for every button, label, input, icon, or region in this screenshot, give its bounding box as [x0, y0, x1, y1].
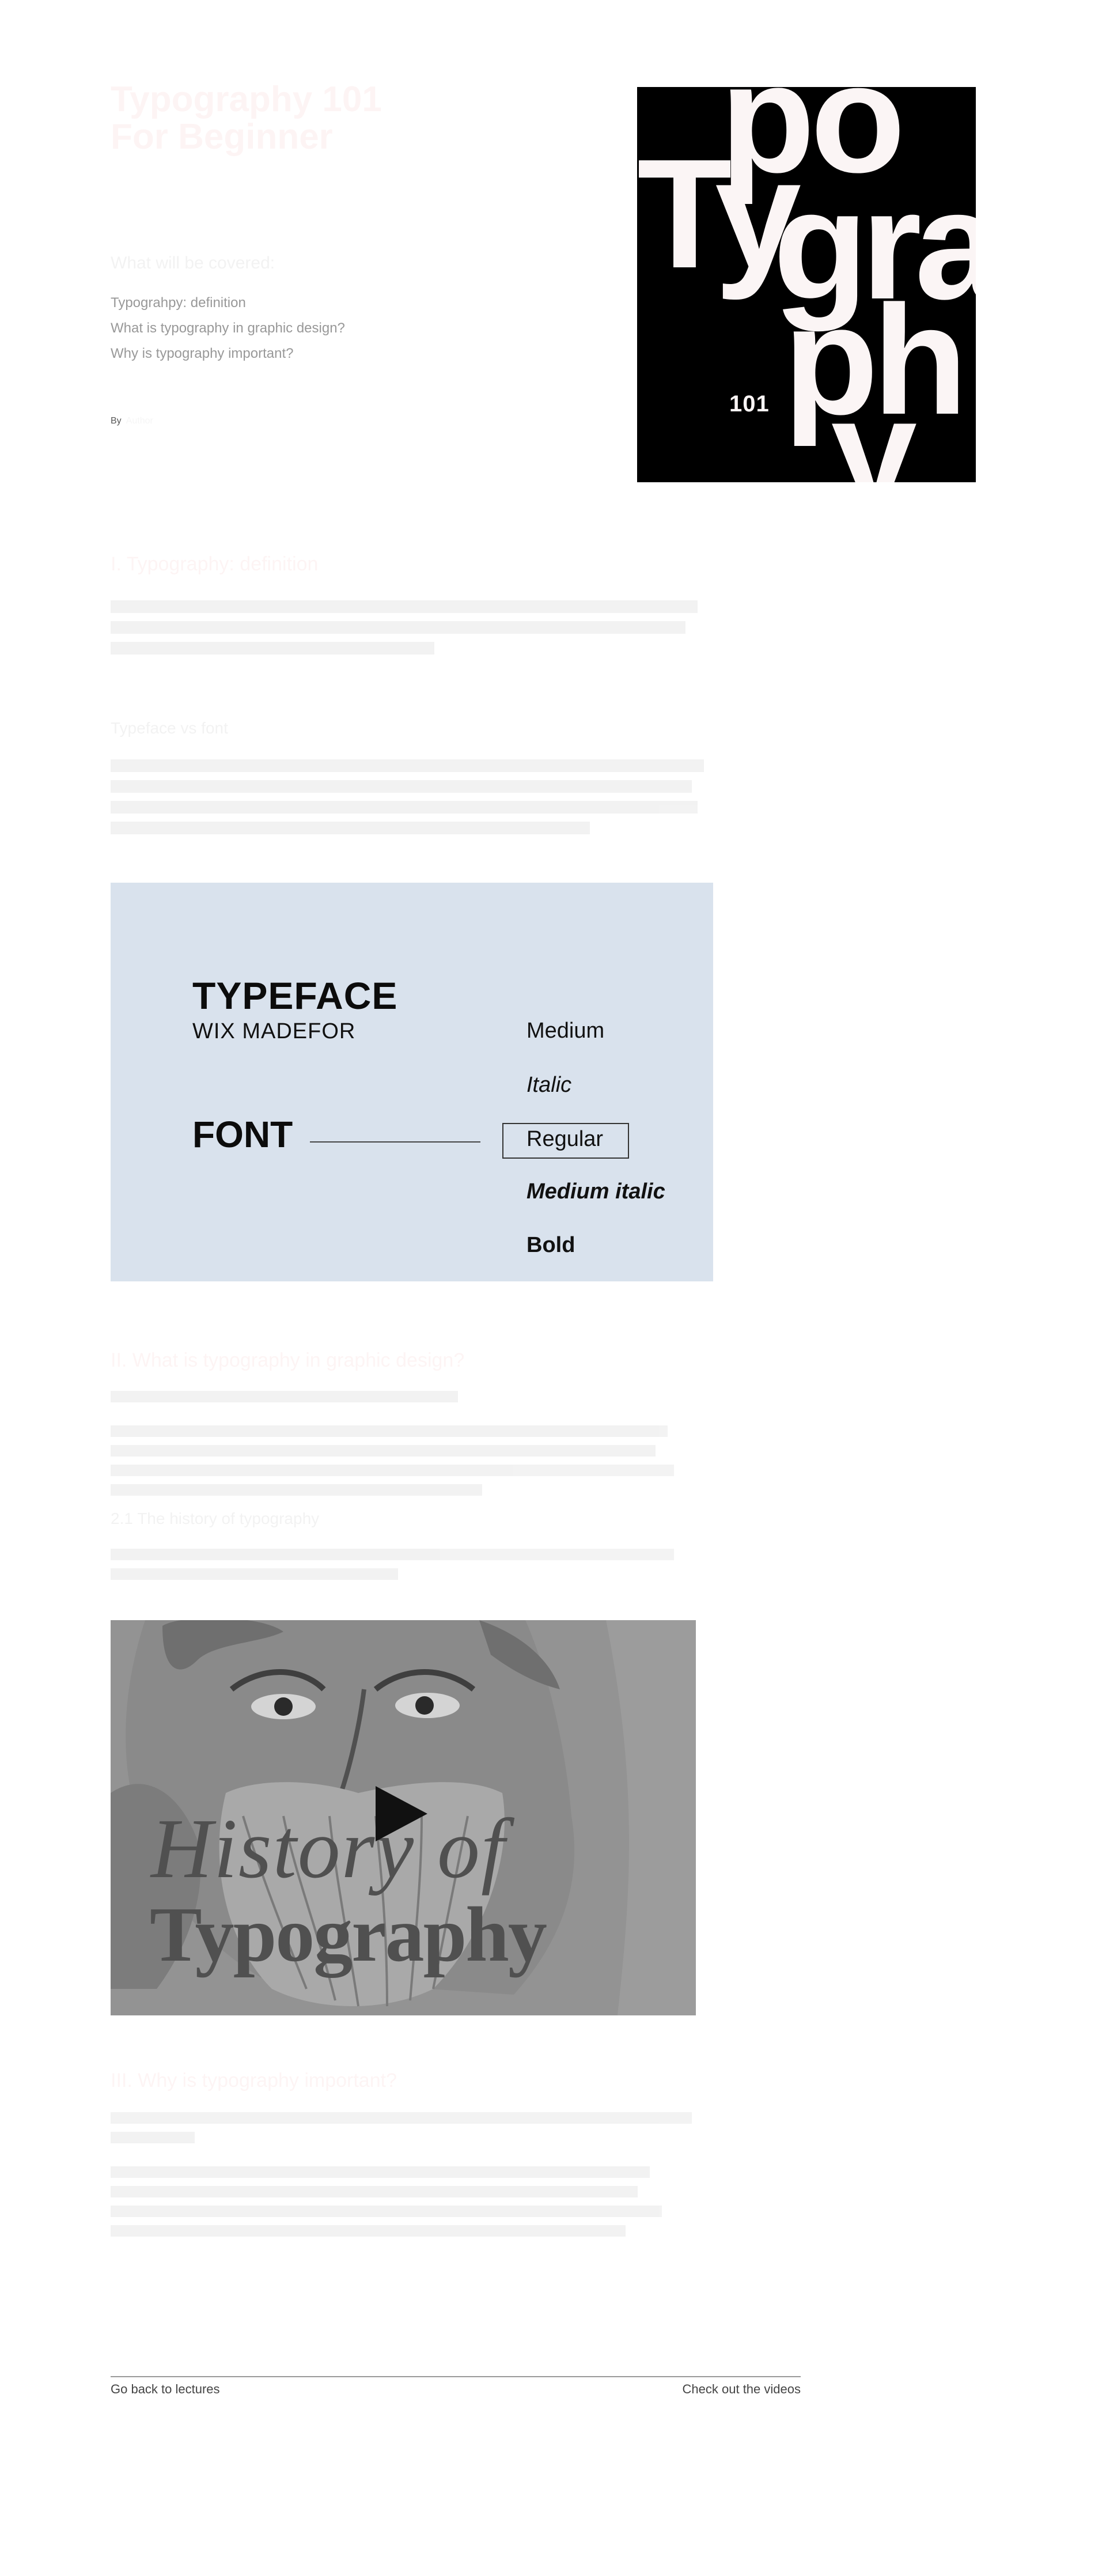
typeface-name: WIX MADEFOR	[192, 1019, 356, 1043]
covered-list: Typograhpy: definition What is typograph…	[111, 290, 345, 366]
section-2-subheading: 2.1 The history of typography	[111, 1510, 320, 1527]
section-1-subheading: Typeface vs font	[111, 719, 228, 737]
poster-number: 101	[729, 391, 770, 417]
weight-italic: Italic	[527, 1073, 572, 1097]
byline-prefix: By	[111, 416, 122, 426]
typeface-label: TYPEFACE	[192, 974, 398, 1017]
byline: By Author	[111, 416, 153, 426]
weight-medium-italic: Medium italic	[527, 1179, 665, 1204]
section-3-heading: III. Why is typography important?	[111, 2070, 397, 2091]
covered-item: What is typography in graphic design?	[111, 320, 345, 336]
video-title-line-1: History of	[151, 1802, 506, 1896]
check-out-videos-link[interactable]: Check out the videos	[682, 2382, 801, 2397]
covered-item: Typograhpy: definition	[111, 295, 246, 311]
section-1-paragraph	[111, 597, 710, 663]
weight-medium: Medium	[527, 1019, 605, 1043]
section-2-subparagraph	[111, 1545, 710, 1588]
typeface-font-diagram: TYPEFACE WIX MADEFOR FONT Medium Italic …	[111, 883, 713, 1281]
section-3-paragraph	[111, 2109, 710, 2245]
author-name[interactable]: Author	[126, 416, 153, 426]
section-2-paragraph	[111, 1387, 710, 1504]
page-title: Typography 101 For Beginner	[111, 81, 382, 156]
connector-line	[310, 1141, 480, 1143]
section-2-heading: II. What is typography in graphic design…	[111, 1349, 465, 1371]
section-1-subparagraph	[111, 756, 710, 842]
poster-text-ty: Ty	[637, 127, 801, 301]
play-icon[interactable]	[376, 1786, 427, 1841]
covered-item: Why is typography important?	[111, 346, 294, 361]
back-to-lectures-link[interactable]: Go back to lectures	[111, 2382, 220, 2397]
footer-divider	[111, 2376, 801, 2377]
title-line-1: Typography 101	[111, 80, 382, 119]
section-1-heading: I. Typography: definition	[111, 553, 319, 575]
video-title-line-2: Typography	[150, 1892, 547, 1978]
weight-bold: Bold	[527, 1233, 575, 1257]
title-line-2: For Beginner	[111, 117, 333, 157]
history-of-typography-video[interactable]: History of Typography	[111, 1620, 696, 2015]
weight-regular: Regular	[527, 1127, 604, 1151]
covered-heading: What will be covered:	[111, 254, 275, 273]
typography-poster: po Ty gra ph y 101	[637, 87, 976, 482]
poster-text-y: y	[831, 366, 918, 483]
font-label: FONT	[192, 1114, 293, 1155]
